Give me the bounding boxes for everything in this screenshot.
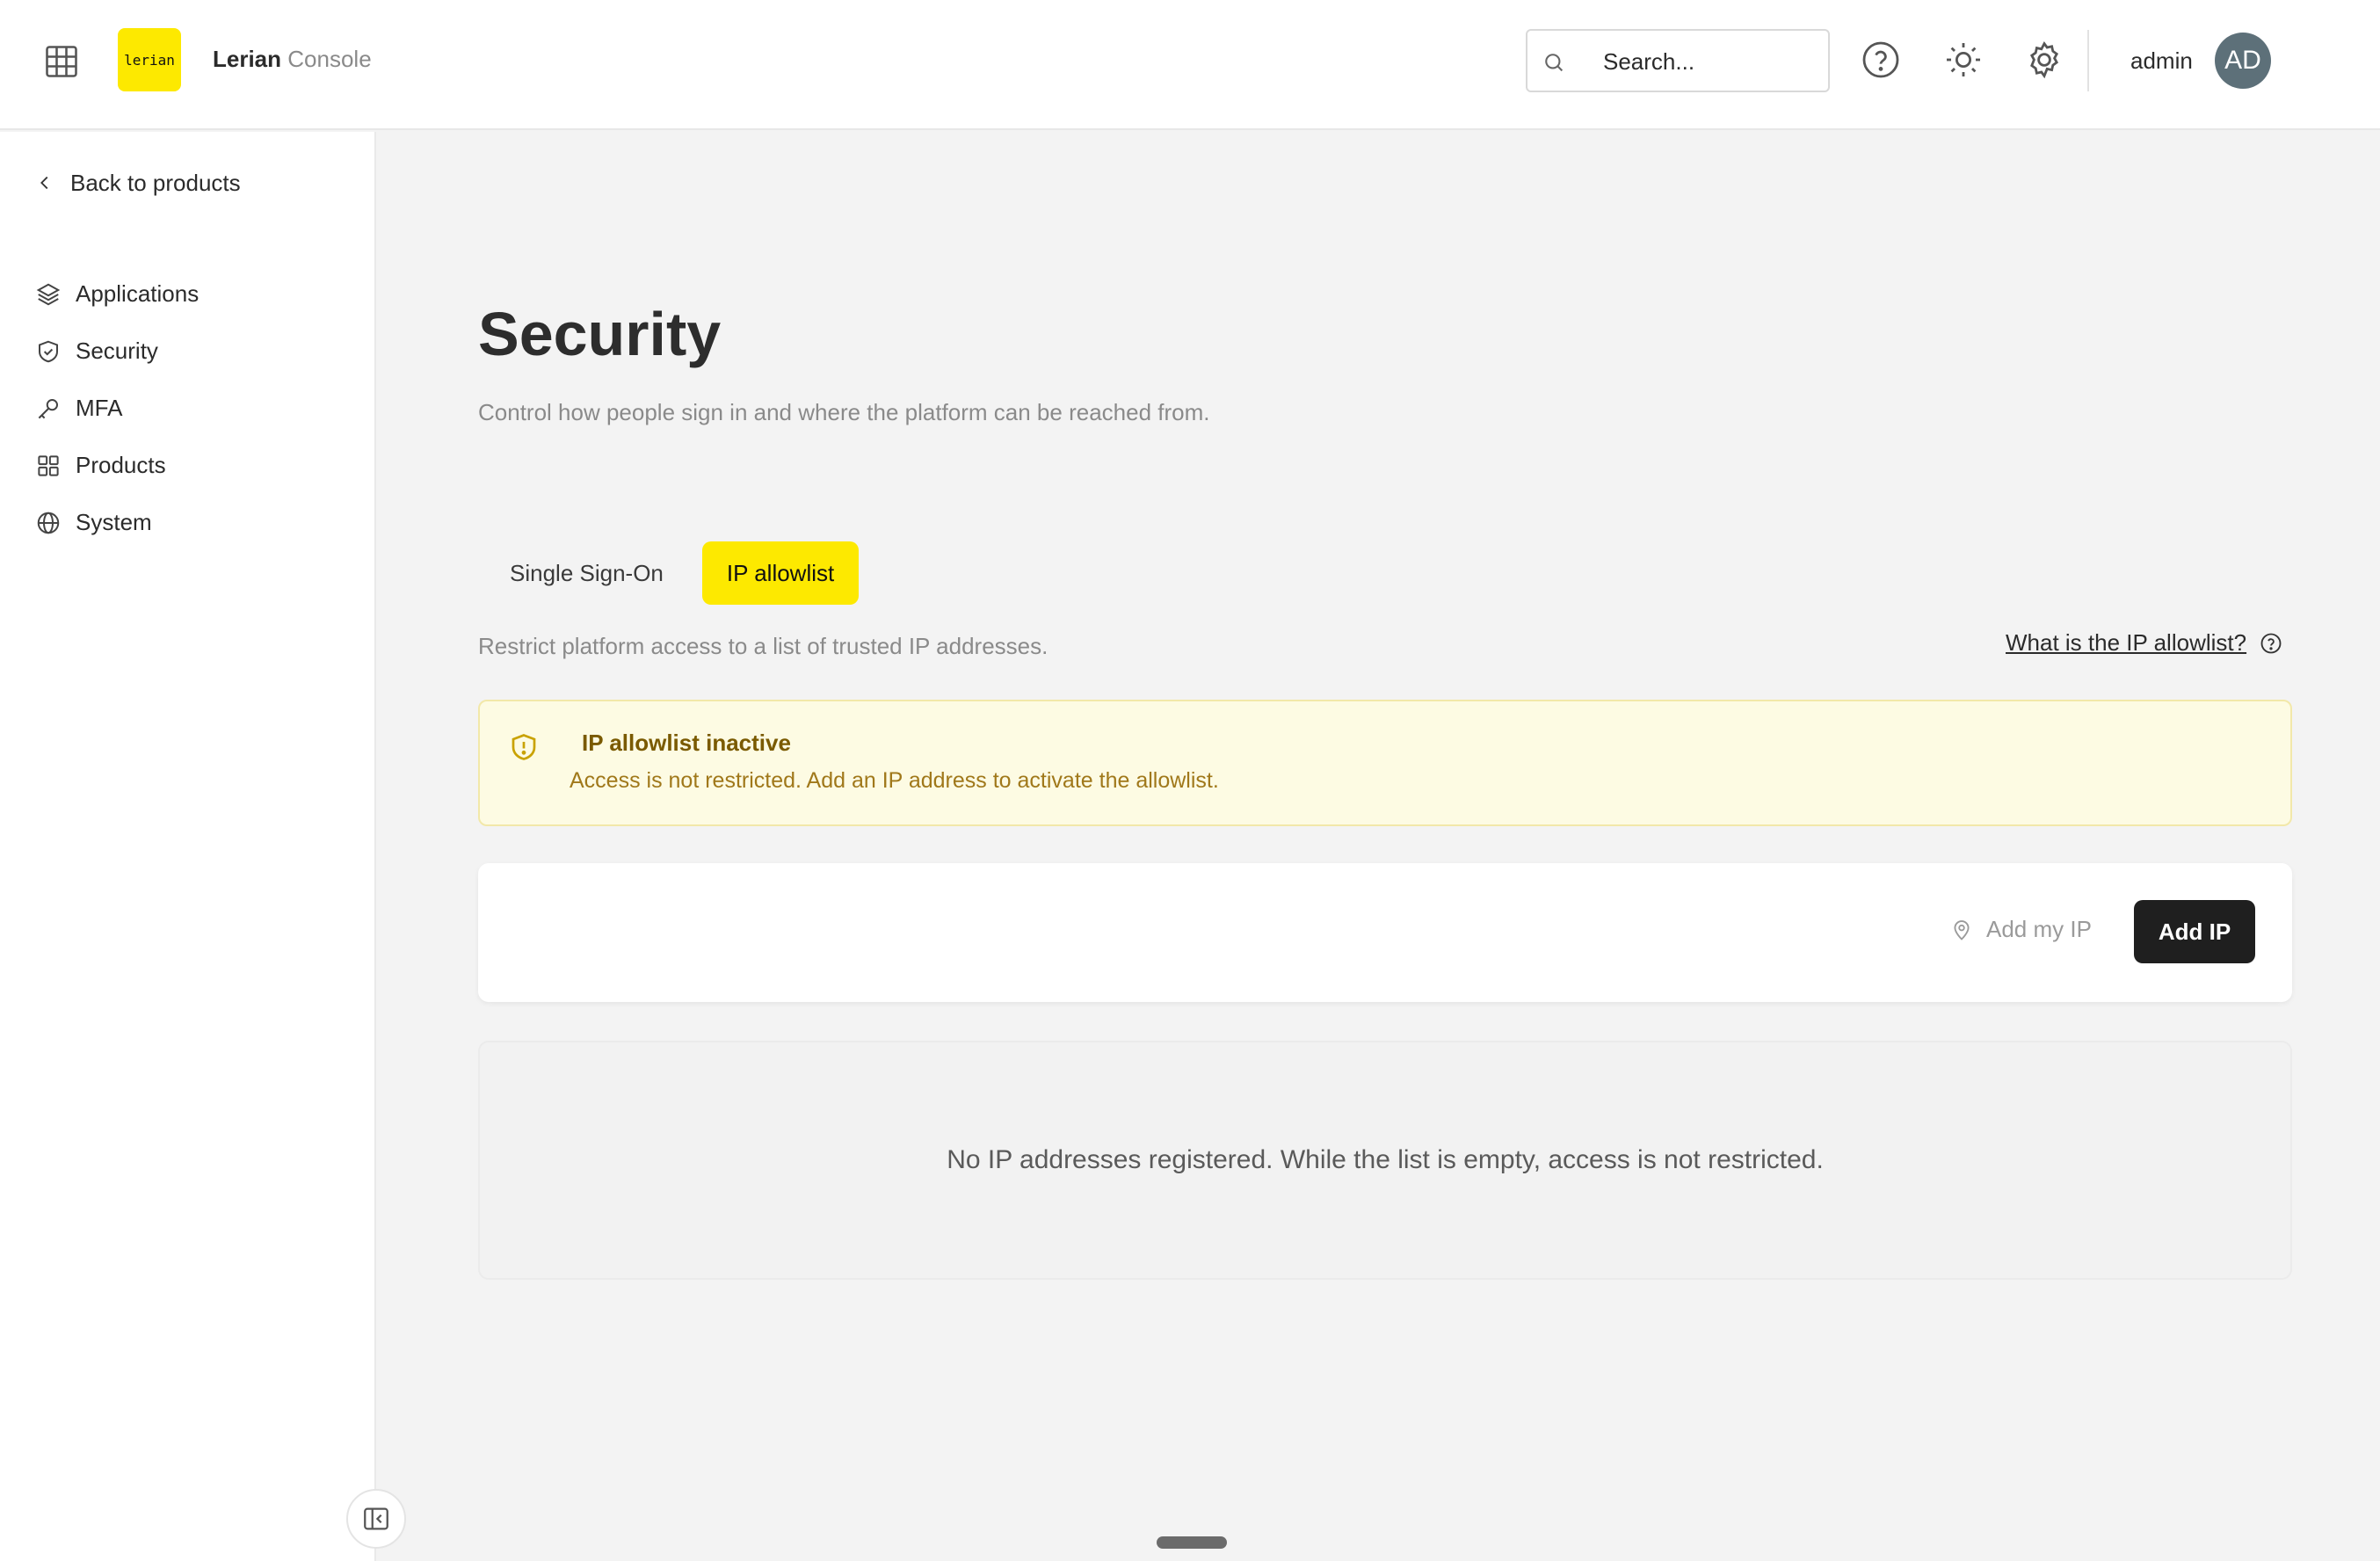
ip-allowlist-help-link[interactable]: What is the IP allowlist? <box>2006 629 2283 657</box>
add-my-ip-button[interactable]: Add my IP <box>1949 916 2092 943</box>
logo-text: lerian <box>124 51 175 69</box>
shield-icon <box>39 340 58 362</box>
sidebar: Back to products Applications Security M… <box>0 132 376 1561</box>
sidebar-item-products[interactable]: Products <box>35 437 199 494</box>
sidebar-item-mfa[interactable]: MFA <box>35 380 199 437</box>
username: admin <box>2130 47 2193 74</box>
brand-title: Lerian Console <box>213 46 372 73</box>
sidebar-nav: Applications Security MFA Products Syste… <box>35 265 199 551</box>
help-link-label: What is the IP allowlist? <box>2006 629 2247 656</box>
sidebar-item-applications[interactable]: Applications <box>35 265 199 323</box>
layers-icon <box>36 283 61 305</box>
map-pin-icon <box>1954 919 1970 940</box>
apps-grid-icon[interactable] <box>42 42 81 81</box>
help-icon[interactable] <box>1860 39 1902 81</box>
add-ip-button[interactable]: Add IP <box>2134 900 2255 963</box>
search-input[interactable] <box>1603 47 1814 76</box>
sidebar-item-security[interactable]: Security <box>35 323 199 380</box>
alert-title: IP allowlist inactive <box>582 730 791 756</box>
sidebar-item-label: MFA <box>76 395 123 421</box>
sidebar-item-system[interactable]: System <box>35 494 199 551</box>
back-to-products-link[interactable]: Back to products <box>35 165 241 200</box>
ip-list-empty-state: No IP addresses registered. While the li… <box>478 1041 2292 1280</box>
brand-suffix: Console <box>287 46 372 72</box>
shield-alert-icon <box>512 734 536 760</box>
add-my-ip-label: Add my IP <box>1986 916 2092 942</box>
gear-icon[interactable] <box>2023 39 2065 81</box>
tab-ip-allowlist[interactable]: IP allowlist <box>701 541 860 605</box>
page-title: Security <box>478 300 722 368</box>
alert-body: Access is not restricted. Add an IP addr… <box>570 768 1219 793</box>
sidebar-item-label: Security <box>76 338 158 364</box>
sidebar-collapse-icon <box>364 1507 388 1530</box>
chevron-left-icon <box>40 176 48 190</box>
sidebar-item-label: Applications <box>76 280 200 307</box>
back-label: Back to products <box>70 169 241 196</box>
lerian-logo[interactable]: lerian <box>118 28 181 91</box>
security-tabs: Single Sign-On IP allowlist <box>494 541 860 605</box>
key-icon <box>38 398 58 418</box>
resize-handle[interactable] <box>1157 1536 1227 1549</box>
brand-name: Lerian <box>213 46 282 72</box>
search-box[interactable] <box>1526 29 1830 92</box>
header-divider <box>2087 30 2089 91</box>
search-icon <box>1545 54 1564 72</box>
tab-description: Restrict platform access to a list of tr… <box>478 633 1049 659</box>
avatar-initials: AD <box>2224 46 2261 75</box>
question-circle-icon <box>2260 633 2282 653</box>
top-bar: lerian Lerian Console admin AD <box>0 0 2380 130</box>
sidebar-item-label: System <box>76 509 152 535</box>
theme-sun-icon[interactable] <box>1942 39 1985 81</box>
page-subtitle: Control how people sign in and where the… <box>478 399 1210 425</box>
empty-state-message: No IP addresses registered. While the li… <box>947 1145 1824 1174</box>
sidebar-item-label: Products <box>76 452 166 478</box>
globe-icon <box>37 512 60 534</box>
collapse-sidebar-button[interactable] <box>346 1489 406 1549</box>
avatar[interactable]: AD <box>2215 33 2271 89</box>
grid-icon <box>38 454 59 476</box>
allowlist-status-alert: IP allowlist inactive Access is not rest… <box>478 700 2292 826</box>
ip-actions-card: Add my IP Add IP <box>478 863 2292 1002</box>
tab-single-sign-on[interactable]: Single Sign-On <box>494 541 679 605</box>
